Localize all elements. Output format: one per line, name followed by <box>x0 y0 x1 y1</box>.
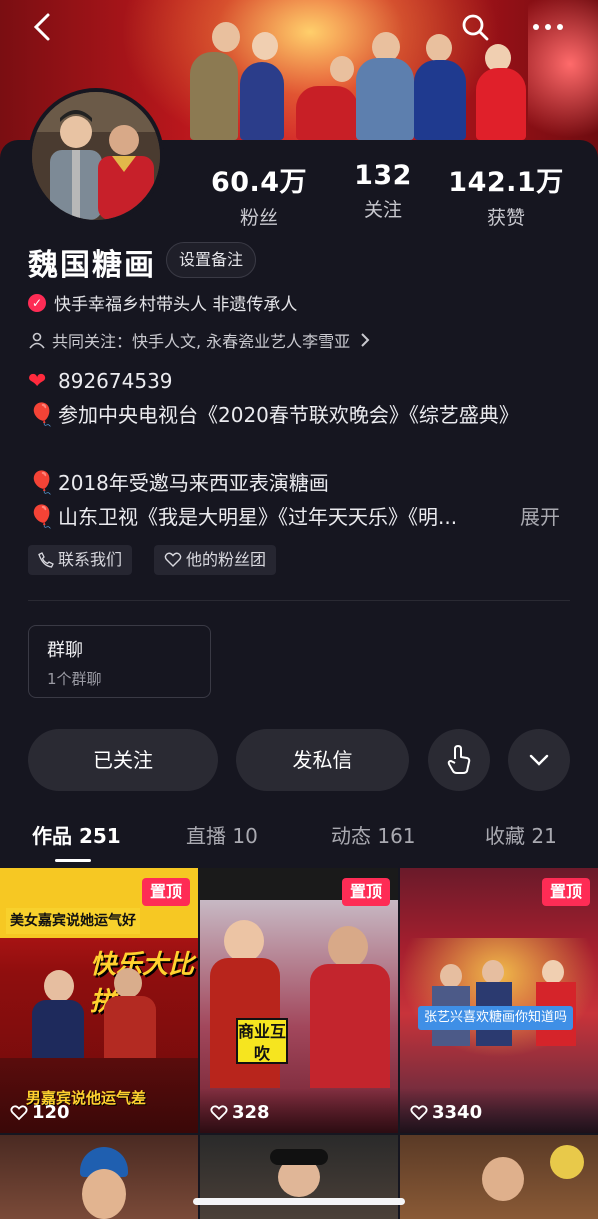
balloon-icon: 🎈 <box>28 471 56 496</box>
fan-club-label: 他的粉丝团 <box>186 550 267 569</box>
video-likes: 328 <box>210 1102 270 1123</box>
back-button[interactable] <box>28 12 68 42</box>
expand-recommend-button[interactable] <box>508 729 570 791</box>
video-sticker: 商业互吹 <box>236 1018 288 1064</box>
contact-us-label: 联系我们 <box>58 550 123 569</box>
phone-icon <box>38 552 54 568</box>
video-likes: 120 <box>10 1102 70 1123</box>
profile-name: 魏国糖画 <box>28 248 156 283</box>
video-tile-4[interactable] <box>0 1135 198 1219</box>
balloon-icon: 🎈 <box>28 505 56 530</box>
avatar-photo-icon <box>32 92 160 220</box>
heart-outline-icon <box>210 1104 228 1120</box>
tab-live[interactable]: 直播 10 <box>186 820 258 849</box>
chevron-right-icon <box>361 333 370 347</box>
home-indicator <box>193 1198 405 1205</box>
active-tab-indicator <box>55 859 91 862</box>
video-grid: 美女嘉宾说她运气好 快乐大比拼 男嘉宾说他运气差 置顶 120 商业互吹 置顶 … <box>0 868 598 1219</box>
mutual-follows-row[interactable]: 共同关注：快手人文, 永春瓷业艺人李雪亚 <box>28 328 372 352</box>
likes-count: 142.1万 <box>448 167 564 198</box>
likes-count: 3340 <box>432 1102 483 1123</box>
bio-line-1: ❤ 892674539 <box>28 364 578 399</box>
stat-likes[interactable]: 142.1万 获赞 <box>446 160 566 230</box>
tab-works[interactable]: 作品 251 <box>32 820 121 849</box>
pinned-badge: 置顶 <box>541 878 590 906</box>
bio-text-2: 参加中央电视台《2020春节联欢晚会》《综艺盛典》 <box>58 403 519 427</box>
followers-count: 60.4万 <box>210 167 308 198</box>
likes-count: 328 <box>232 1102 270 1123</box>
avatar[interactable] <box>28 88 164 224</box>
bio-text-4: 山东卫视《我是大明星》《过年天天乐》《明... <box>58 505 458 529</box>
followers-label: 粉丝 <box>239 207 278 229</box>
chevron-down-icon <box>529 754 549 766</box>
send-message-button[interactable]: 发私信 <box>236 729 409 791</box>
set-remark-button[interactable]: 设置备注 <box>166 242 257 278</box>
video-tile-1[interactable]: 美女嘉宾说她运气好 快乐大比拼 男嘉宾说他运气差 置顶 120 <box>0 868 198 1133</box>
video-likes: 3340 <box>410 1102 482 1123</box>
bio-line-2: 🎈 参加中央电视台《2020春节联欢晚会》《综艺盛典》 <box>28 398 578 433</box>
verification-row: ✓ 快手幸福乡村带头人 非遗传承人 <box>28 290 297 315</box>
tap-hand-icon <box>447 745 471 774</box>
video-tile-3[interactable]: 张艺兴喜欢糖画你知道吗 置顶 3340 <box>400 868 598 1133</box>
group-chat-title: 群聊 <box>47 640 83 661</box>
pinned-badge: 置顶 <box>141 878 190 906</box>
video-tile-6[interactable] <box>400 1135 598 1219</box>
group-chat-subtitle: 1个群聊 <box>47 670 102 688</box>
more-icon <box>533 24 563 30</box>
bio-line-3: 🎈 2018年受邀马来西亚表演糖画 <box>28 466 578 501</box>
following-count: 132 <box>354 160 412 191</box>
chevron-left-icon <box>33 13 50 41</box>
following-label: 关注 <box>363 199 402 221</box>
heart-outline-icon <box>10 1104 28 1120</box>
search-icon <box>462 14 489 41</box>
contact-us-chip[interactable]: 联系我们 <box>28 545 133 575</box>
stat-following[interactable]: 132 关注 <box>323 160 443 222</box>
video-tile-2[interactable]: 商业互吹 置顶 328 <box>200 868 398 1133</box>
heart-outline-icon <box>164 552 182 567</box>
video-caption: 张艺兴喜欢糖画你知道吗 <box>418 1006 574 1030</box>
followed-button[interactable]: 已关注 <box>28 729 218 791</box>
expand-bio-link[interactable]: 展开 <box>520 500 570 534</box>
more-button[interactable] <box>530 12 570 42</box>
section-divider <box>28 600 570 601</box>
pinned-badge: 置顶 <box>341 878 390 906</box>
verified-check-icon: ✓ <box>28 293 46 312</box>
person-icon <box>29 332 45 349</box>
verification-text: 快手幸福乡村带头人 非遗传承人 <box>54 295 298 315</box>
group-chat-card[interactable]: 群聊 1个群聊 <box>28 625 211 698</box>
likes-label: 获赞 <box>486 207 525 229</box>
mutual-follows-text: 共同关注：快手人文, 永春瓷业艺人李雪亚 <box>52 332 351 351</box>
stat-followers[interactable]: 60.4万 粉丝 <box>199 160 319 230</box>
likes-count: 120 <box>32 1102 70 1123</box>
bio-text-3: 2018年受邀马来西亚表演糖画 <box>58 471 329 495</box>
tab-moments[interactable]: 动态 161 <box>331 820 416 849</box>
tab-favorites[interactable]: 收藏 21 <box>485 820 557 849</box>
search-button[interactable] <box>460 12 500 42</box>
video-tile-5[interactable] <box>200 1135 398 1219</box>
heart-icon: ❤ <box>28 369 47 394</box>
content-tabs: 作品 251 直播 10 动态 161 收藏 21 <box>0 820 598 866</box>
video-caption-top: 美女嘉宾说她运气好 <box>6 908 140 934</box>
poke-button[interactable] <box>428 729 490 791</box>
balloon-icon: 🎈 <box>28 403 56 428</box>
fan-club-chip[interactable]: 他的粉丝团 <box>154 545 277 575</box>
bio-text-1: 892674539 <box>58 369 173 393</box>
heart-outline-icon <box>410 1104 428 1120</box>
bio-line-4: 🎈 山东卫视《我是大明星》《过年天天乐》《明... <box>28 500 578 535</box>
